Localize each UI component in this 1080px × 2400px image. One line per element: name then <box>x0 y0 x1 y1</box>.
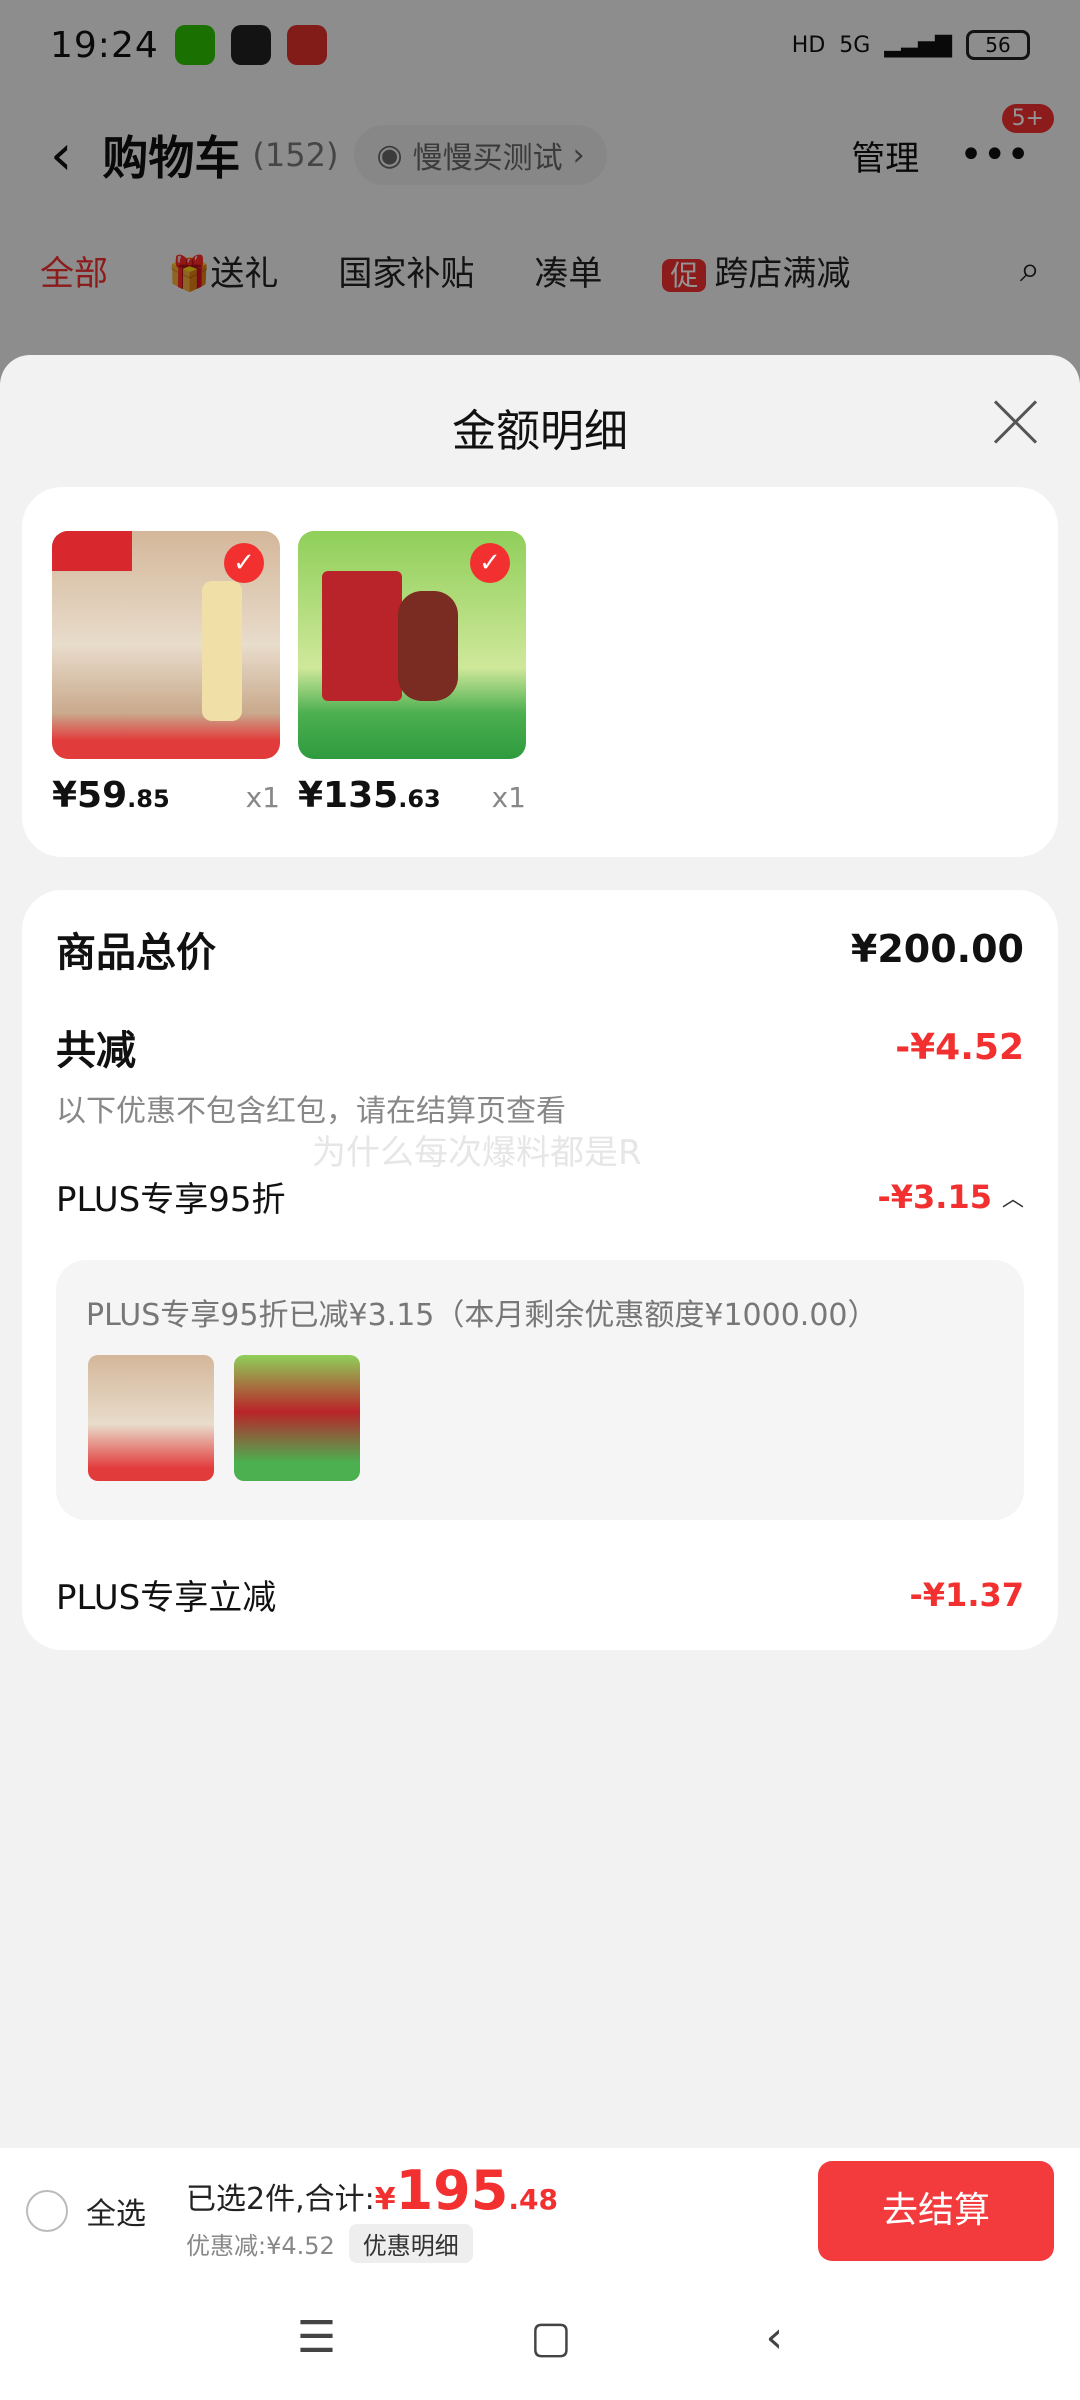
product-price-int: ¥135 <box>298 775 399 816</box>
brand-logo <box>52 531 132 571</box>
checkout-button[interactable]: 去结算 <box>818 2161 1054 2261</box>
product-mini-image <box>234 1355 360 1481</box>
reduce-row: 共减 -¥4.52 <box>56 1018 1024 1076</box>
plus95-value: -¥3.15 <box>877 1177 992 1216</box>
reduce-value: -¥4.52 <box>895 1026 1024 1068</box>
page-root: 19:24 HD 5G ▂▃▅▇ 56 ‹ 购物车 (152) ◉ 慢慢买测试 … <box>0 0 1080 2400</box>
total-currency: ¥ <box>374 2182 396 2217</box>
total-value: ¥200.00 <box>850 927 1024 971</box>
product-qty: x1 <box>245 781 280 814</box>
product-price-dec: .85 <box>127 785 170 813</box>
bottle-shape <box>202 581 242 721</box>
wine-jar-shape <box>398 591 458 701</box>
product-price-row: ¥135 .63 x1 <box>298 775 526 816</box>
product-price-dec: .63 <box>398 785 441 813</box>
product-item[interactable]: ✓ ¥59 .85 x1 <box>52 531 280 816</box>
product-image: ✓ <box>298 531 526 759</box>
plus95-note: PLUS专享95折已减¥3.15（本月剩余优惠额度¥1000.00） <box>86 1298 878 1333</box>
product-image: ✓ <box>52 531 280 759</box>
summary: 已选2件,合计: ¥ 195 .48 优惠减:¥4.52 优惠明细 <box>186 2159 558 2263</box>
products-card: ✓ ¥59 .85 x1 ✓ ¥135 .63 x1 <box>22 487 1058 857</box>
plus-instant-label: PLUS专享立减 <box>56 1578 277 1618</box>
home-icon[interactable]: ▢ <box>530 2312 572 2363</box>
product-mini-image <box>88 1355 214 1481</box>
discount-text: 优惠减:¥4.52 <box>186 2232 335 2260</box>
total-label: 商品总价 <box>56 930 216 976</box>
select-all-label[interactable]: 全选 <box>86 2189 146 2233</box>
check-icon: ✓ <box>224 543 264 583</box>
total-amount-int: 195 <box>395 2159 509 2222</box>
plus95-row[interactable]: PLUS专享95折 -¥3.15 ︿ <box>56 1172 1024 1221</box>
system-nav-bar: ☰ ▢ ‹ <box>0 2274 1080 2400</box>
reduce-label: 共减 <box>56 1028 136 1074</box>
back-nav-icon[interactable]: ‹ <box>765 2312 783 2363</box>
product-price-int: ¥59 <box>52 775 128 816</box>
total-row: 商品总价 ¥200.00 <box>56 920 1024 978</box>
close-icon[interactable] <box>990 397 1040 447</box>
reduce-note: 以下优惠不包含红包，请在结算页查看 <box>56 1094 566 1129</box>
plus95-detail-box: PLUS专享95折已减¥3.15（本月剩余优惠额度¥1000.00） <box>56 1260 1024 1520</box>
sheet-title: 金额明细 <box>452 406 628 457</box>
checkout-bar: 全选 已选2件,合计: ¥ 195 .48 优惠减:¥4.52 优惠明细 去结算 <box>0 2148 1080 2274</box>
check-icon: ✓ <box>470 543 510 583</box>
plus-instant-row: PLUS专享立减 -¥1.37 <box>56 1570 1024 1619</box>
amount-detail-sheet: 金额明细 ✓ ¥59 .85 x1 ✓ ¥135 .63 x1 商品总价 ¥20… <box>0 355 1080 2400</box>
plus-instant-value: -¥1.37 <box>909 1575 1025 1614</box>
menu-icon[interactable]: ☰ <box>297 2312 336 2363</box>
product-qty: x1 <box>491 781 526 814</box>
plus95-label: PLUS专享95折 <box>56 1180 286 1220</box>
chevron-up-icon: ︿ <box>1001 1186 1024 1212</box>
watermark-text: 为什么每次爆料都是R <box>312 1133 642 1173</box>
total-amount-dec: .48 <box>508 2183 558 2216</box>
selected-prefix: 已选2件,合计: <box>186 2182 375 2217</box>
product-item[interactable]: ✓ ¥135 .63 x1 <box>298 531 526 816</box>
wine-box-shape <box>322 571 402 701</box>
discount-detail-button[interactable]: 优惠明细 <box>348 2224 473 2263</box>
summary-total-line: 已选2件,合计: ¥ 195 .48 <box>186 2159 558 2222</box>
summary-discount-line: 优惠减:¥4.52 优惠明细 <box>186 2224 558 2263</box>
amount-breakdown-card: 商品总价 ¥200.00 共减 -¥4.52 以下优惠不包含红包，请在结算页查看… <box>22 890 1058 1650</box>
select-all-radio[interactable] <box>26 2190 68 2232</box>
product-price-row: ¥59 .85 x1 <box>52 775 280 816</box>
